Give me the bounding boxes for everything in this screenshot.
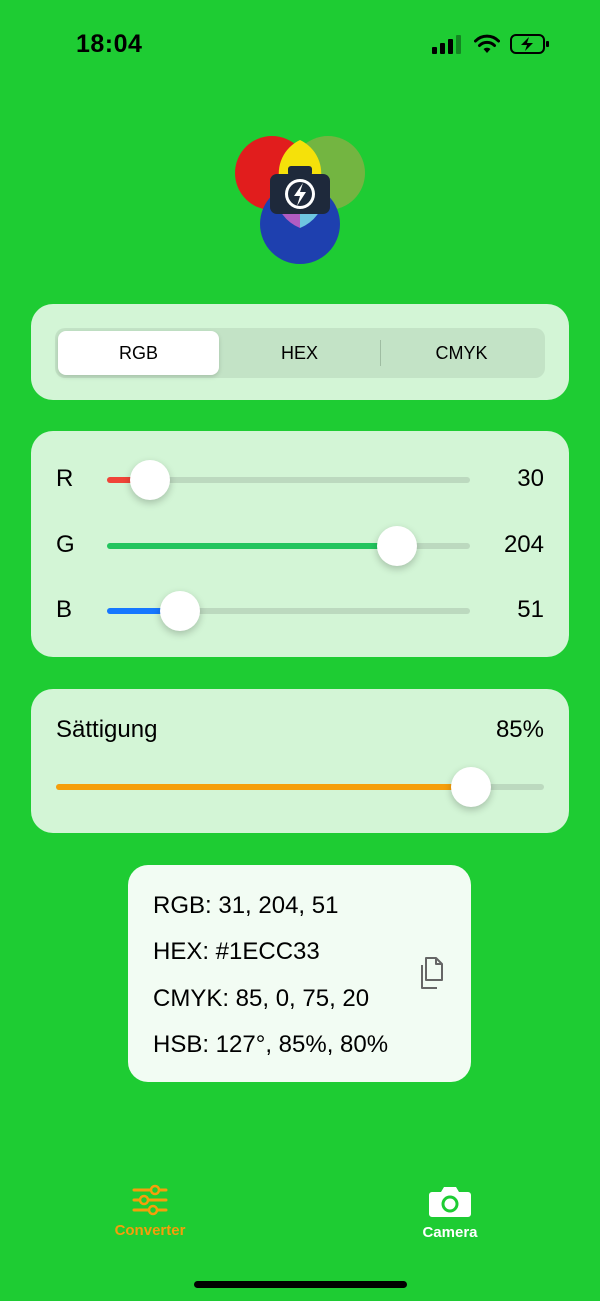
slider-label-g: G <box>56 531 75 558</box>
sliders-icon <box>132 1184 168 1216</box>
result-hsb: HSB: 127°, 85%, 80% <box>153 1031 389 1058</box>
slider-value-r: 30 <box>517 465 544 492</box>
rgb-camera-logo-icon <box>235 136 365 264</box>
slider-b[interactable] <box>107 591 470 631</box>
slider-g-thumb[interactable] <box>377 526 418 566</box>
status-bar: 18:04 <box>0 0 600 90</box>
slider-r-thumb[interactable] <box>129 460 170 500</box>
battery-charging-icon <box>510 34 549 54</box>
slider-row-r: R 30 <box>31 459 569 500</box>
result-cmyk: CMYK: 85, 0, 75, 20 <box>153 985 370 1012</box>
slider-label-r: R <box>56 465 74 492</box>
slider-row-g: G 204 <box>31 525 569 566</box>
segment-rgb[interactable]: RGB <box>58 331 219 375</box>
segment-cmyk[interactable]: CMYK <box>381 331 542 375</box>
slider-label-b: B <box>56 596 73 623</box>
wifi-icon <box>474 34 500 53</box>
segment-rgb-label: RGB <box>118 342 158 363</box>
format-segmented-control: RGB HEX CMYK <box>55 328 545 378</box>
saturation-value: 85% <box>495 716 544 743</box>
tab-camera[interactable]: Camera <box>375 1184 525 1241</box>
status-time: 18:04 <box>76 30 143 58</box>
color-values-card: RGB: 31, 204, 51 HEX: #1ECC33 CMYK: 85, … <box>128 865 471 1082</box>
slider-value-g: 204 <box>503 531 544 558</box>
slider-b-thumb[interactable] <box>159 591 200 631</box>
saturation-slider-thumb[interactable] <box>450 767 491 807</box>
result-hex: HEX: #1ECC33 <box>153 938 320 965</box>
slider-g[interactable] <box>107 526 470 566</box>
saturation-slider-fill <box>56 784 471 790</box>
tab-converter-label: Converter <box>114 1222 186 1239</box>
saturation-card: Sättigung 85% <box>31 689 569 833</box>
result-rgb: RGB: 31, 204, 51 <box>153 892 339 919</box>
rgb-sliders-card: R 30 G 204 B 51 <box>31 431 569 657</box>
camera-icon <box>429 1187 471 1217</box>
slider-row-b: B 51 <box>31 590 569 631</box>
slider-r[interactable] <box>107 460 470 500</box>
copy-icon[interactable] <box>417 955 447 991</box>
saturation-slider[interactable] <box>56 767 544 807</box>
tab-bar: Converter Camera <box>0 1170 600 1260</box>
segment-hex[interactable]: HEX <box>219 331 380 375</box>
signal-icon <box>432 35 461 54</box>
status-icons <box>432 34 550 54</box>
segment-cmyk-label: CMYK <box>435 342 488 363</box>
slider-value-b: 51 <box>517 596 544 623</box>
saturation-label: Sättigung <box>56 716 158 743</box>
format-selector-card: RGB HEX CMYK <box>31 304 569 400</box>
tab-converter[interactable]: Converter <box>75 1184 225 1239</box>
tab-camera-label: Camera <box>422 1224 478 1241</box>
segment-hex-label: HEX <box>280 342 318 363</box>
home-indicator <box>194 1281 407 1288</box>
slider-g-fill <box>107 543 398 549</box>
